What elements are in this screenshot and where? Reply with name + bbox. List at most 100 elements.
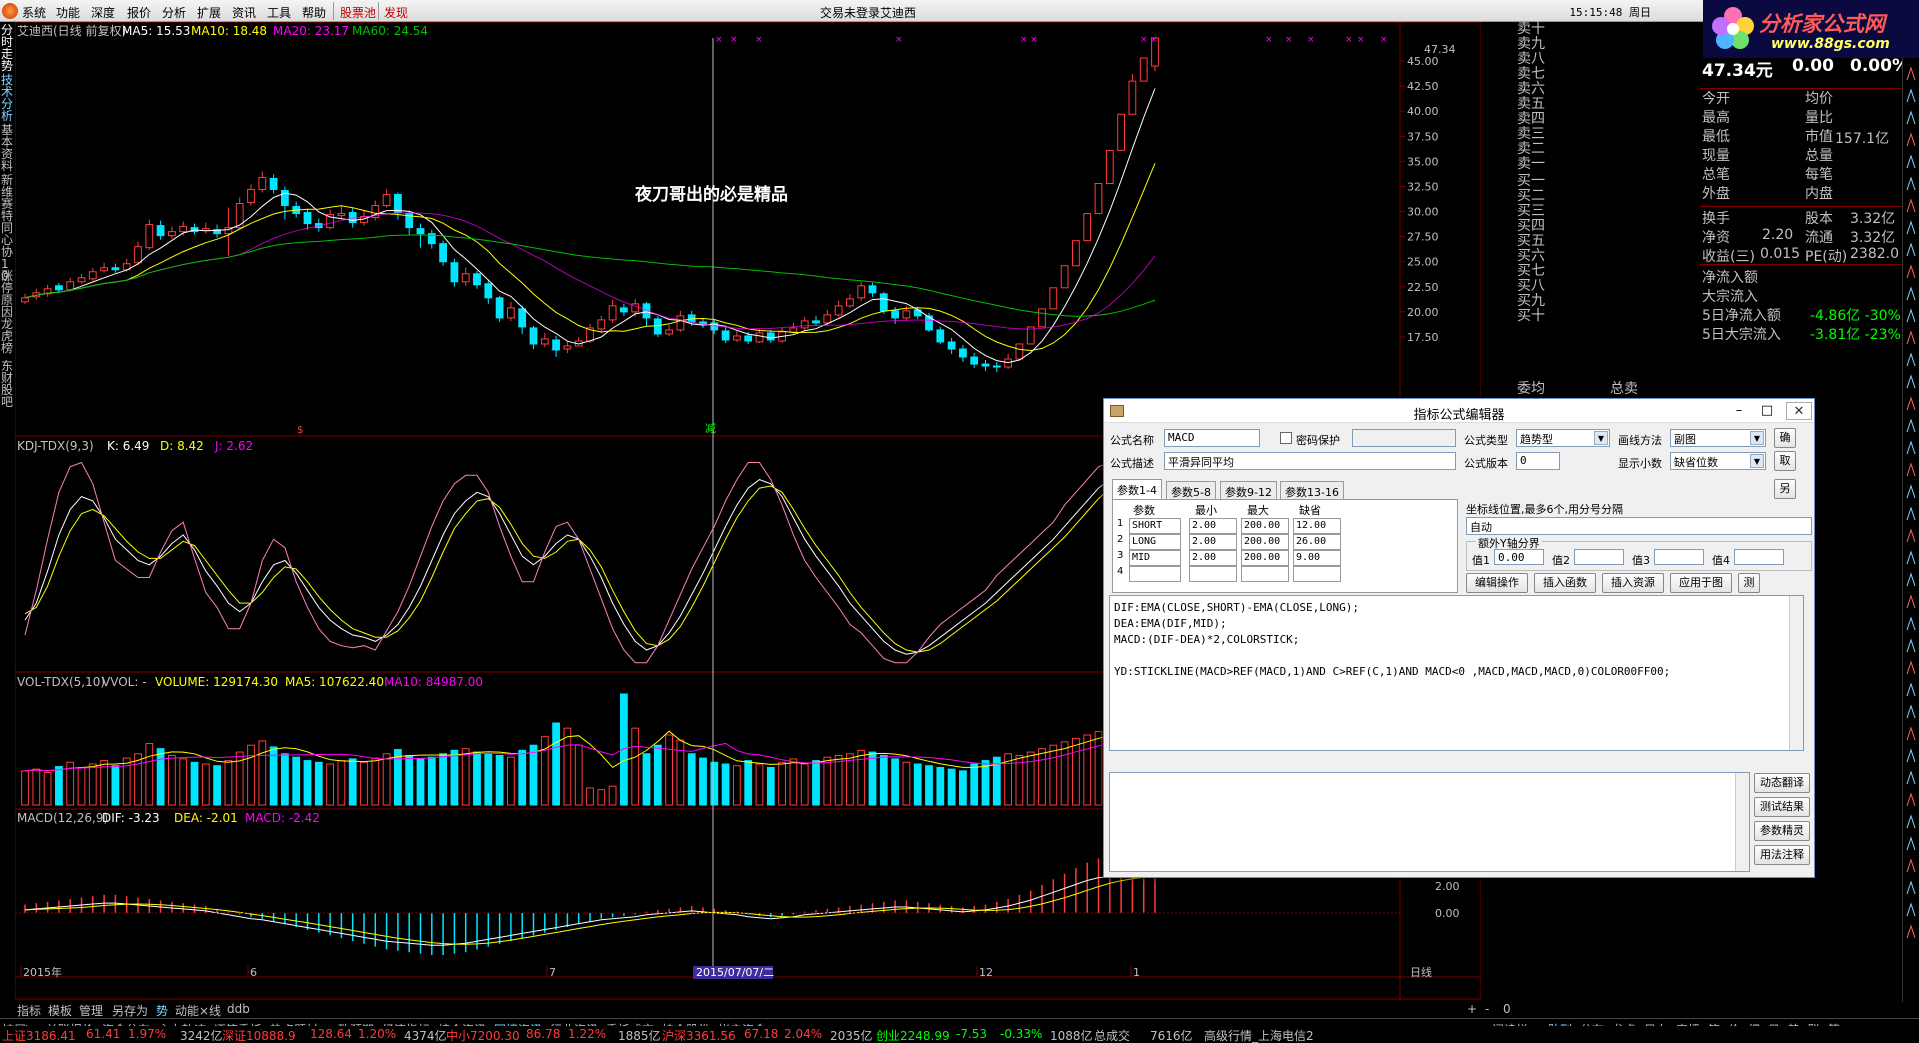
- tab-params-1-4[interactable]: 参数1-4: [1112, 479, 1162, 499]
- formula-type-select[interactable]: 趋势型 ▼: [1516, 429, 1610, 447]
- param-max-input[interactable]: 200.00: [1241, 550, 1289, 566]
- sell-level-label: 卖四: [1517, 111, 1545, 127]
- formula-code-editor[interactable]: DIF:EMA(CLOSE,SHORT)-EMA(CLOSE,LONG); DE…: [1109, 595, 1804, 751]
- menu-help[interactable]: 帮助: [302, 4, 326, 21]
- volume-bar: [902, 761, 911, 806]
- value3-input[interactable]: [1654, 549, 1704, 565]
- param-default-input[interactable]: [1293, 566, 1341, 582]
- save-as-button[interactable]: 另: [1774, 479, 1796, 499]
- toolbar-save-as[interactable]: 另存为: [112, 1002, 148, 1019]
- output-scrollbar[interactable]: [1735, 773, 1749, 871]
- menu-tools[interactable]: 工具: [267, 4, 291, 21]
- volume-bar: [981, 760, 990, 806]
- volume-bar: [292, 756, 301, 806]
- tab-params-13-16[interactable]: 参数13-16: [1280, 481, 1344, 499]
- toolbar-trend[interactable]: 势: [156, 1002, 168, 1019]
- menu-depth[interactable]: 深度: [91, 4, 115, 21]
- decimals-select[interactable]: 缺省位数 ▼: [1670, 452, 1766, 470]
- net-assets: 2.20: [1762, 227, 1794, 243]
- edit-operation-button[interactable]: 编辑操作: [1466, 573, 1528, 593]
- toolbar-indicator[interactable]: 指标: [17, 1002, 41, 1019]
- volume-bar: [812, 760, 820, 806]
- insert-resource-button[interactable]: 插入资源: [1602, 573, 1664, 593]
- close-icon[interactable]: ✕: [1786, 402, 1812, 420]
- cancel-button[interactable]: 取: [1774, 451, 1796, 471]
- formula-desc-input[interactable]: 平滑异同平均: [1164, 452, 1456, 470]
- param-min-input[interactable]: [1189, 566, 1237, 582]
- test-button[interactable]: 测: [1738, 573, 1760, 593]
- maximize-icon[interactable]: □: [1754, 402, 1780, 420]
- menu-analysis[interactable]: 分析: [162, 4, 186, 21]
- param-name-input[interactable]: SHORT: [1129, 518, 1181, 534]
- param-default-input[interactable]: 26.00: [1293, 534, 1341, 550]
- code-scrollbar[interactable]: [1789, 596, 1803, 750]
- brand-url[interactable]: www.88gs.com: [1771, 36, 1890, 52]
- status-cy-index[interactable]: 创业2248.99: [876, 1027, 950, 1043]
- zoom-in-button[interactable]: +: [1467, 1002, 1477, 1016]
- draw-method-select[interactable]: 副图 ▼: [1670, 429, 1766, 447]
- volume-bar: [563, 727, 572, 806]
- toolbar-momentum[interactable]: 动能×线: [175, 1002, 221, 1019]
- password-checkbox[interactable]: [1280, 432, 1292, 444]
- zoom-reset-button[interactable]: 0: [1503, 1002, 1511, 1016]
- param-name-input[interactable]: MID: [1129, 550, 1181, 566]
- trade-status[interactable]: 交易未登录: [820, 4, 880, 21]
- toolbar-ddb[interactable]: ddb: [227, 1002, 250, 1016]
- param-default-input[interactable]: 9.00: [1293, 550, 1341, 566]
- side-tab-dragon-tiger[interactable]: 龙虎榜: [1, 318, 14, 354]
- toolbar-manage[interactable]: 管理: [79, 1002, 103, 1019]
- param-max-input[interactable]: 200.00: [1241, 534, 1289, 550]
- test-result-button[interactable]: 测试结果: [1754, 797, 1810, 817]
- status-line[interactable]: 高级行情_上海电信2: [1204, 1027, 1314, 1043]
- menu-quote[interactable]: 报价: [127, 4, 151, 21]
- side-tab-forum[interactable]: 东财股吧: [1, 360, 14, 408]
- toolbar-template[interactable]: 模板: [48, 1002, 72, 1019]
- menu-news[interactable]: 资讯: [232, 4, 256, 21]
- axis-position-input[interactable]: 自动: [1466, 517, 1812, 535]
- param-min-input[interactable]: 2.00: [1189, 518, 1237, 534]
- side-tab-limit-up[interactable]: 涨停原因: [1, 270, 14, 318]
- formula-name-input[interactable]: MACD: [1164, 429, 1260, 447]
- confirm-button[interactable]: 确: [1774, 428, 1796, 448]
- value1-input[interactable]: 0.00: [1494, 549, 1544, 565]
- apply-to-chart-button[interactable]: 应用于图: [1670, 573, 1732, 593]
- param-wizard-button[interactable]: 参数精灵: [1754, 821, 1810, 841]
- password-input[interactable]: [1352, 429, 1456, 447]
- param-name-input[interactable]: LONG: [1129, 534, 1181, 550]
- dialog-titlebar[interactable]: 指标公式编辑器 – □ ✕: [1104, 399, 1814, 423]
- status-sz-index[interactable]: 深证10888.9: [222, 1027, 296, 1043]
- param-default-input[interactable]: 12.00: [1293, 518, 1341, 534]
- param-max-input[interactable]: [1241, 566, 1289, 582]
- status-zx-index[interactable]: 中小7200.30: [446, 1027, 520, 1043]
- param-min-input[interactable]: 2.00: [1189, 534, 1237, 550]
- insert-function-button[interactable]: 插入函数: [1534, 573, 1596, 593]
- value4-input[interactable]: [1734, 549, 1784, 565]
- param-max-input[interactable]: 200.00: [1241, 518, 1289, 534]
- output-box[interactable]: [1109, 772, 1750, 872]
- dynamic-translate-button[interactable]: 动态翻译: [1754, 773, 1810, 793]
- param-min-input[interactable]: 2.00: [1189, 550, 1237, 566]
- side-tab-intraday[interactable]: 分时走势: [1, 24, 14, 72]
- draw-tool-icon: [1906, 308, 1916, 323]
- menu-system[interactable]: 系统: [22, 4, 46, 21]
- tab-params-9-12[interactable]: 参数9-12: [1220, 481, 1277, 499]
- side-tab-xinwei[interactable]: 新维赛特: [1, 174, 14, 222]
- tab-params-5-8[interactable]: 参数5-8: [1166, 481, 1216, 499]
- side-tab-technical[interactable]: 技术分析: [1, 74, 14, 122]
- menu-discover[interactable]: 发现: [384, 4, 408, 21]
- right-toolstrip[interactable]: [1902, 58, 1919, 1002]
- value2-input[interactable]: [1574, 549, 1624, 565]
- side-tab-fundamental[interactable]: 基本资料: [1, 124, 14, 172]
- param-name-input[interactable]: [1129, 566, 1181, 582]
- formula-version-input[interactable]: 0: [1516, 452, 1560, 470]
- status-hs-index[interactable]: 沪深3361.56: [662, 1027, 736, 1043]
- status-sh-index[interactable]: 上证3186.41: [2, 1027, 76, 1043]
- usage-notes-button[interactable]: 用法注释: [1754, 845, 1810, 865]
- menu-extend[interactable]: 扩展: [197, 4, 221, 21]
- candle-body: [744, 335, 753, 342]
- menu-function[interactable]: 功能: [56, 4, 80, 21]
- zoom-out-button[interactable]: -: [1485, 1002, 1489, 1016]
- quote-left-fields: 今开 最高 最低 现量 总笔 外盘: [1702, 90, 1730, 204]
- menu-stock-pool[interactable]: 股票池: [340, 4, 376, 21]
- minimize-icon[interactable]: –: [1726, 402, 1752, 420]
